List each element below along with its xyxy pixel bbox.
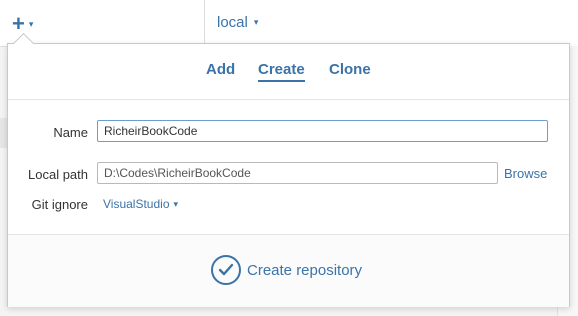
local-path-field[interactable] xyxy=(97,162,498,184)
browse-link[interactable]: Browse xyxy=(504,166,547,181)
tab-create[interactable]: Create xyxy=(258,61,305,82)
chevron-down-icon: ▾ xyxy=(253,17,259,27)
tab-add[interactable]: Add xyxy=(206,61,235,80)
create-repository-popover: Add Create Clone Name Local path Browse … xyxy=(7,32,570,307)
create-repository-button[interactable]: Create repository xyxy=(211,254,362,286)
popover-tabs: Add Create Clone xyxy=(8,44,569,100)
chevron-down-icon: ▾ xyxy=(28,18,34,29)
git-ignore-value: VisualStudio xyxy=(103,197,170,211)
branch-label: local xyxy=(217,14,248,31)
checkmark-circle-icon xyxy=(211,255,241,285)
tab-clone[interactable]: Clone xyxy=(329,61,371,80)
chevron-down-icon: ▾ xyxy=(173,198,179,209)
name-field[interactable] xyxy=(97,120,548,142)
git-ignore-dropdown[interactable]: VisualStudio ▾ xyxy=(103,197,178,211)
git-ignore-label: Git ignore xyxy=(31,197,88,212)
local-path-label: Local path xyxy=(28,167,88,182)
name-label: Name xyxy=(53,125,88,140)
popover-footer: Create repository xyxy=(8,234,569,307)
top-toolbar: + ▾ local ▾ xyxy=(0,0,578,47)
create-repository-label: Create repository xyxy=(247,261,363,279)
branch-selector[interactable]: local ▾ xyxy=(217,14,258,31)
toolbar-divider xyxy=(204,0,205,46)
